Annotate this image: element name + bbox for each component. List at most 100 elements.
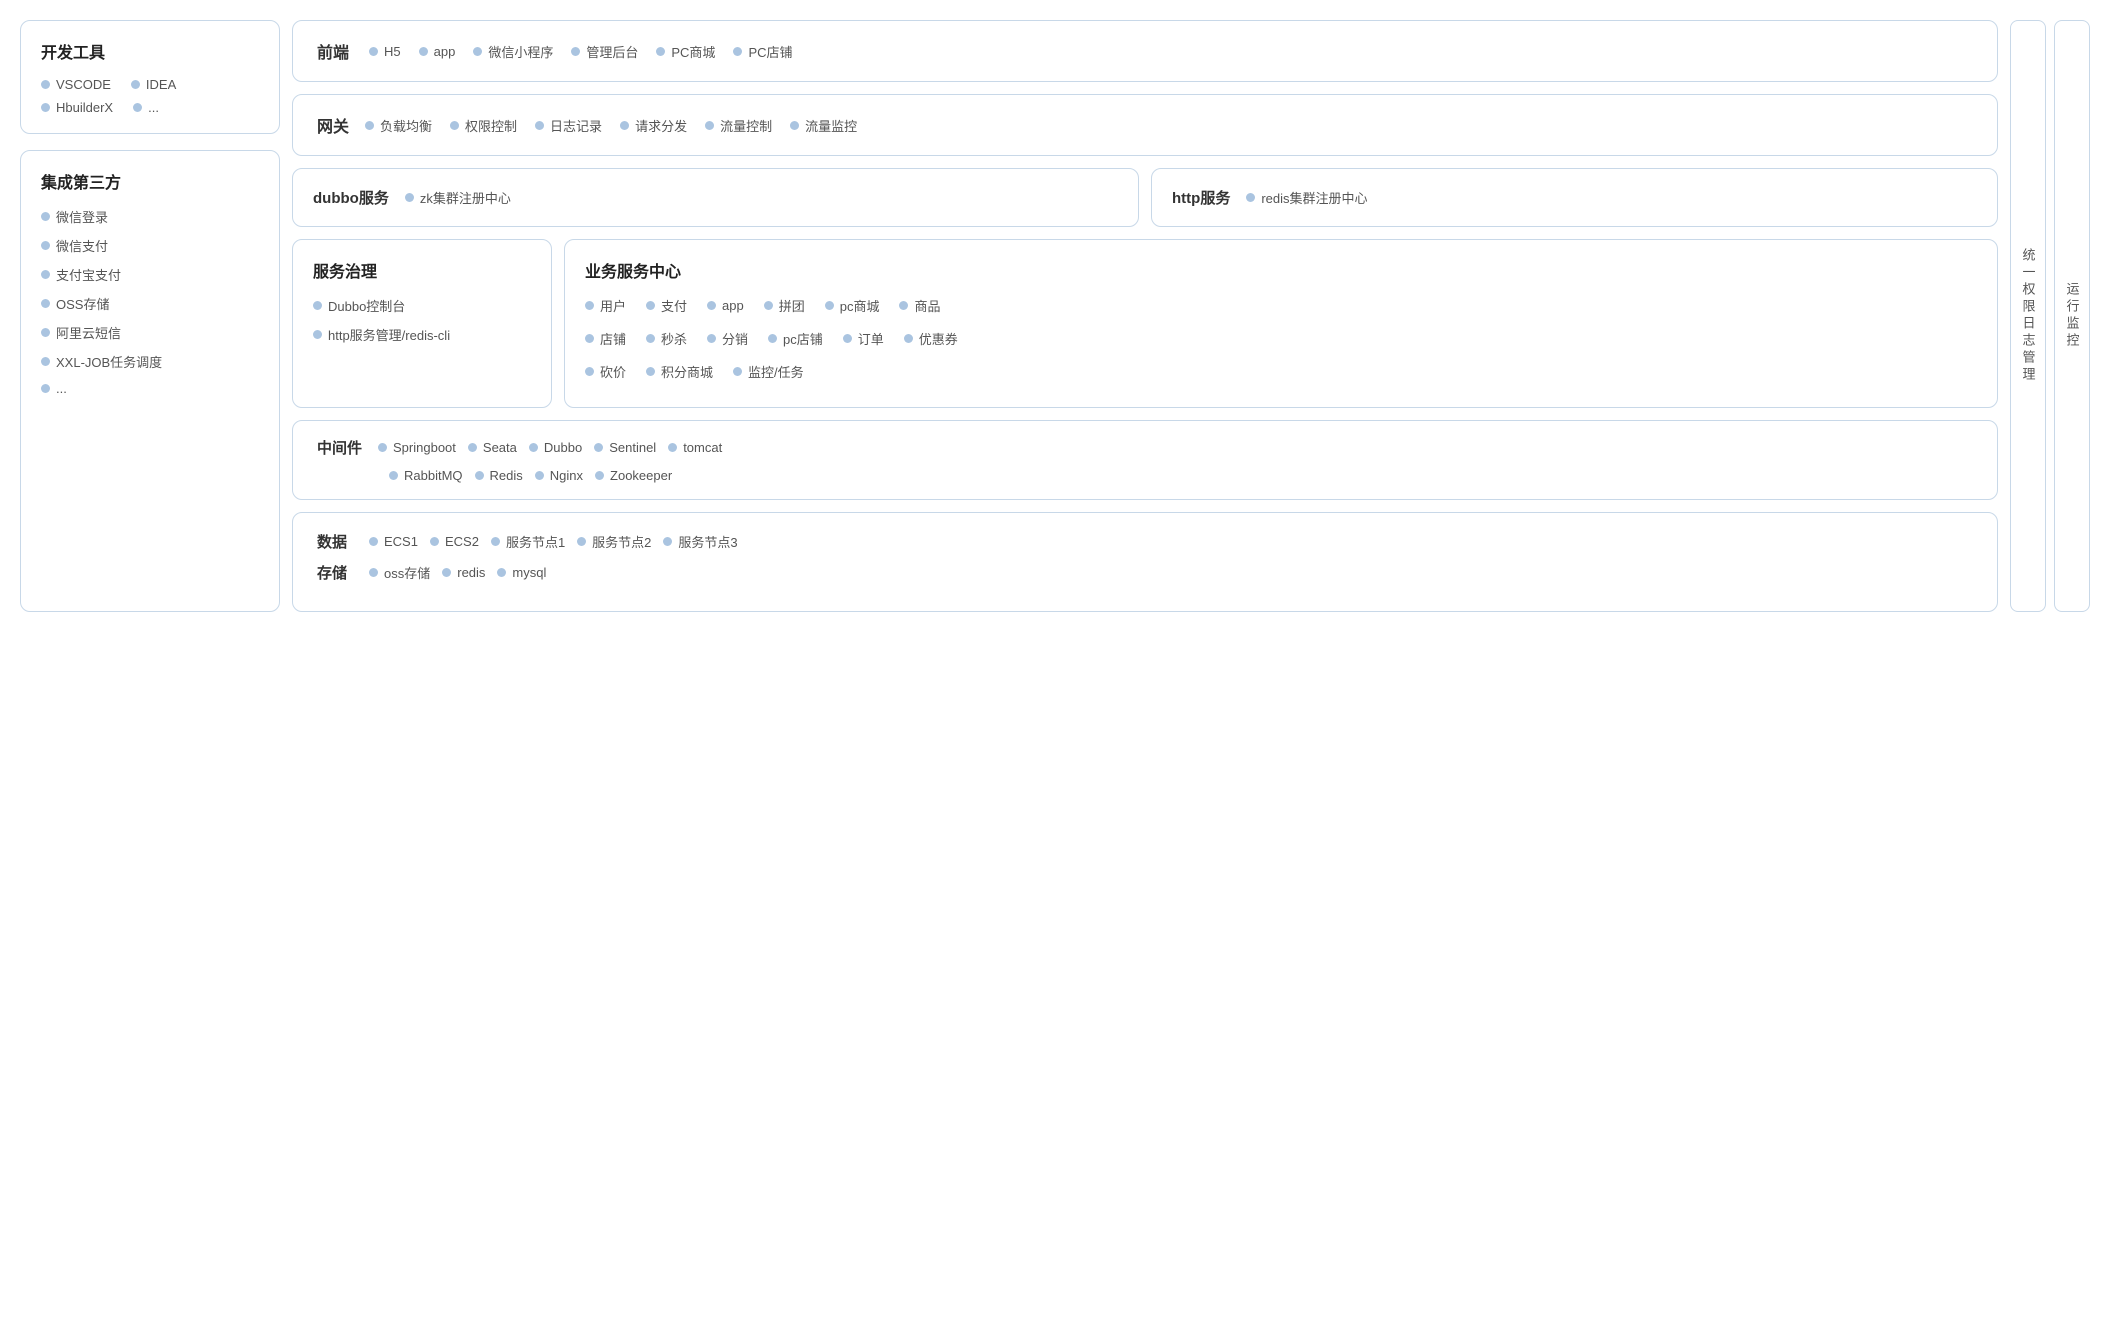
- data-node2: 服务节点2: [577, 532, 651, 551]
- business-grid: 用户 支付 app 拼团: [585, 296, 1977, 389]
- dot-icon: [733, 367, 742, 376]
- gateway-label: 网关: [317, 113, 349, 137]
- mw-tomcat: tomcat: [668, 440, 722, 455]
- dot-icon: [585, 334, 594, 343]
- gateway-item-2: 日志记录: [535, 116, 602, 135]
- governance-item-1: http服务管理/redis-cli: [313, 325, 531, 344]
- business-card: 业务服务中心 用户 支付 app: [564, 239, 1998, 408]
- frontend-item-app: app: [419, 44, 456, 59]
- dot-icon: [41, 384, 50, 393]
- data-label: 数据: [317, 531, 357, 552]
- devtools-items: VSCODE IDEA HbuilderX ...: [41, 77, 259, 115]
- gateway-item-0: 负载均衡: [365, 116, 432, 135]
- middleware-card: 中间件 Springboot Seata Dubbo Sentinel: [292, 420, 1998, 500]
- mid-row: 服务治理 Dubbo控制台 http服务管理/redis-cli 业务服务中心: [292, 239, 1998, 408]
- http-label: http服务: [1172, 187, 1230, 208]
- devtools-item-more: ...: [133, 100, 159, 115]
- dot-icon: [790, 121, 799, 130]
- frontend-item-h5: H5: [369, 44, 401, 59]
- dot-icon: [585, 367, 594, 376]
- business-title: 业务服务中心: [585, 258, 1977, 282]
- governance-items: Dubbo控制台 http服务管理/redis-cli: [313, 296, 531, 344]
- dot-icon: [450, 121, 459, 130]
- dot-icon: [313, 301, 322, 310]
- dot-icon: [705, 121, 714, 130]
- biz-item-pcmall: pc商城: [825, 296, 880, 315]
- data-ecs2: ECS2: [430, 534, 479, 549]
- thirdparty-item-4: 阿里云短信: [41, 323, 259, 342]
- service-row: dubbo服务 zk集群注册中心 http服务 redis集群注册中心: [292, 168, 1998, 227]
- dot-icon: [646, 334, 655, 343]
- dot-icon: [707, 301, 716, 310]
- dot-icon: [41, 80, 50, 89]
- mw-rabbitmq: RabbitMQ: [389, 468, 463, 483]
- frontend-item-pcmall: PC商城: [656, 42, 715, 61]
- governance-item-0: Dubbo控制台: [313, 296, 531, 315]
- http-item: redis集群注册中心: [1246, 188, 1367, 207]
- dot-icon: [369, 537, 378, 546]
- dot-icon: [535, 121, 544, 130]
- dot-icon: [131, 80, 140, 89]
- mw-redis: Redis: [475, 468, 523, 483]
- dot-icon: [41, 299, 50, 308]
- dot-icon: [825, 301, 834, 310]
- gateway-item-5: 流量监控: [790, 116, 857, 135]
- dot-icon: [843, 334, 852, 343]
- http-card: http服务 redis集群注册中心: [1151, 168, 1998, 227]
- biz-item-order: 订单: [843, 329, 884, 348]
- dot-icon: [1246, 193, 1255, 202]
- gateway-item-3: 请求分发: [620, 116, 687, 135]
- biz-item-app: app: [707, 296, 744, 315]
- frontend-item-pcshop: PC店铺: [733, 42, 792, 61]
- thirdparty-item-6: ...: [41, 381, 259, 396]
- thirdparty-items: 微信登录 微信支付 支付宝支付 OSS存储 阿里云短信: [41, 207, 259, 396]
- dot-icon: [764, 301, 773, 310]
- dot-icon: [41, 103, 50, 112]
- dot-icon: [313, 330, 322, 339]
- dot-icon: [646, 367, 655, 376]
- devtools-item-idea: IDEA: [131, 77, 176, 92]
- dot-icon: [468, 443, 477, 452]
- biz-item-points: 积分商城: [646, 362, 713, 381]
- devtools-item-hbuilder: HbuilderX: [41, 100, 113, 115]
- dot-icon: [595, 471, 604, 480]
- dot-icon: [646, 301, 655, 310]
- dot-icon: [571, 47, 580, 56]
- dot-icon: [41, 241, 50, 250]
- main-layout: 开发工具 VSCODE IDEA HbuilderX ...: [20, 20, 2090, 612]
- dot-icon: [594, 443, 603, 452]
- storage-oss: oss存储: [369, 563, 430, 582]
- thirdparty-item-1: 微信支付: [41, 236, 259, 255]
- thirdparty-item-0: 微信登录: [41, 207, 259, 226]
- mw-springboot: Springboot: [378, 440, 456, 455]
- business-row-1: 店铺 秒杀 分销 pc店铺: [585, 329, 1977, 348]
- thirdparty-item-5: XXL-JOB任务调度: [41, 352, 259, 371]
- biz-item-monitor: 监控/任务: [733, 362, 804, 381]
- data-node1: 服务节点1: [491, 532, 565, 551]
- dubbo-item: zk集群注册中心: [405, 188, 511, 207]
- frontend-label: 前端: [317, 39, 349, 63]
- dubbo-label: dubbo服务: [313, 187, 389, 208]
- gateway-item-1: 权限控制: [450, 116, 517, 135]
- dot-icon: [41, 328, 50, 337]
- mw-sentinel: Sentinel: [594, 440, 656, 455]
- mw-zookeeper: Zookeeper: [595, 468, 672, 483]
- dot-icon: [133, 103, 142, 112]
- mw-dubbo: Dubbo: [529, 440, 582, 455]
- dot-icon: [405, 193, 414, 202]
- mw-nginx: Nginx: [535, 468, 583, 483]
- gateway-card: 网关 负载均衡 权限控制 日志记录 请求分发: [292, 94, 1998, 156]
- dot-icon: [904, 334, 913, 343]
- center-column: 前端 H5 app 微信小程序 管理后台: [292, 20, 1998, 612]
- datastorage-card: 数据 ECS1 ECS2 服务节点1 服务节点2: [292, 512, 1998, 612]
- biz-item-pintuan: 拼团: [764, 296, 805, 315]
- dot-icon: [663, 537, 672, 546]
- dot-icon: [41, 212, 50, 221]
- biz-item-pay: 支付: [646, 296, 687, 315]
- dot-icon: [656, 47, 665, 56]
- middleware-row1: 中间件 Springboot Seata Dubbo Sentinel: [317, 437, 1973, 458]
- unified-label: 统一权限日志管理: [2010, 20, 2046, 612]
- dot-icon: [585, 301, 594, 310]
- dubbo-card: dubbo服务 zk集群注册中心: [292, 168, 1139, 227]
- dot-icon: [768, 334, 777, 343]
